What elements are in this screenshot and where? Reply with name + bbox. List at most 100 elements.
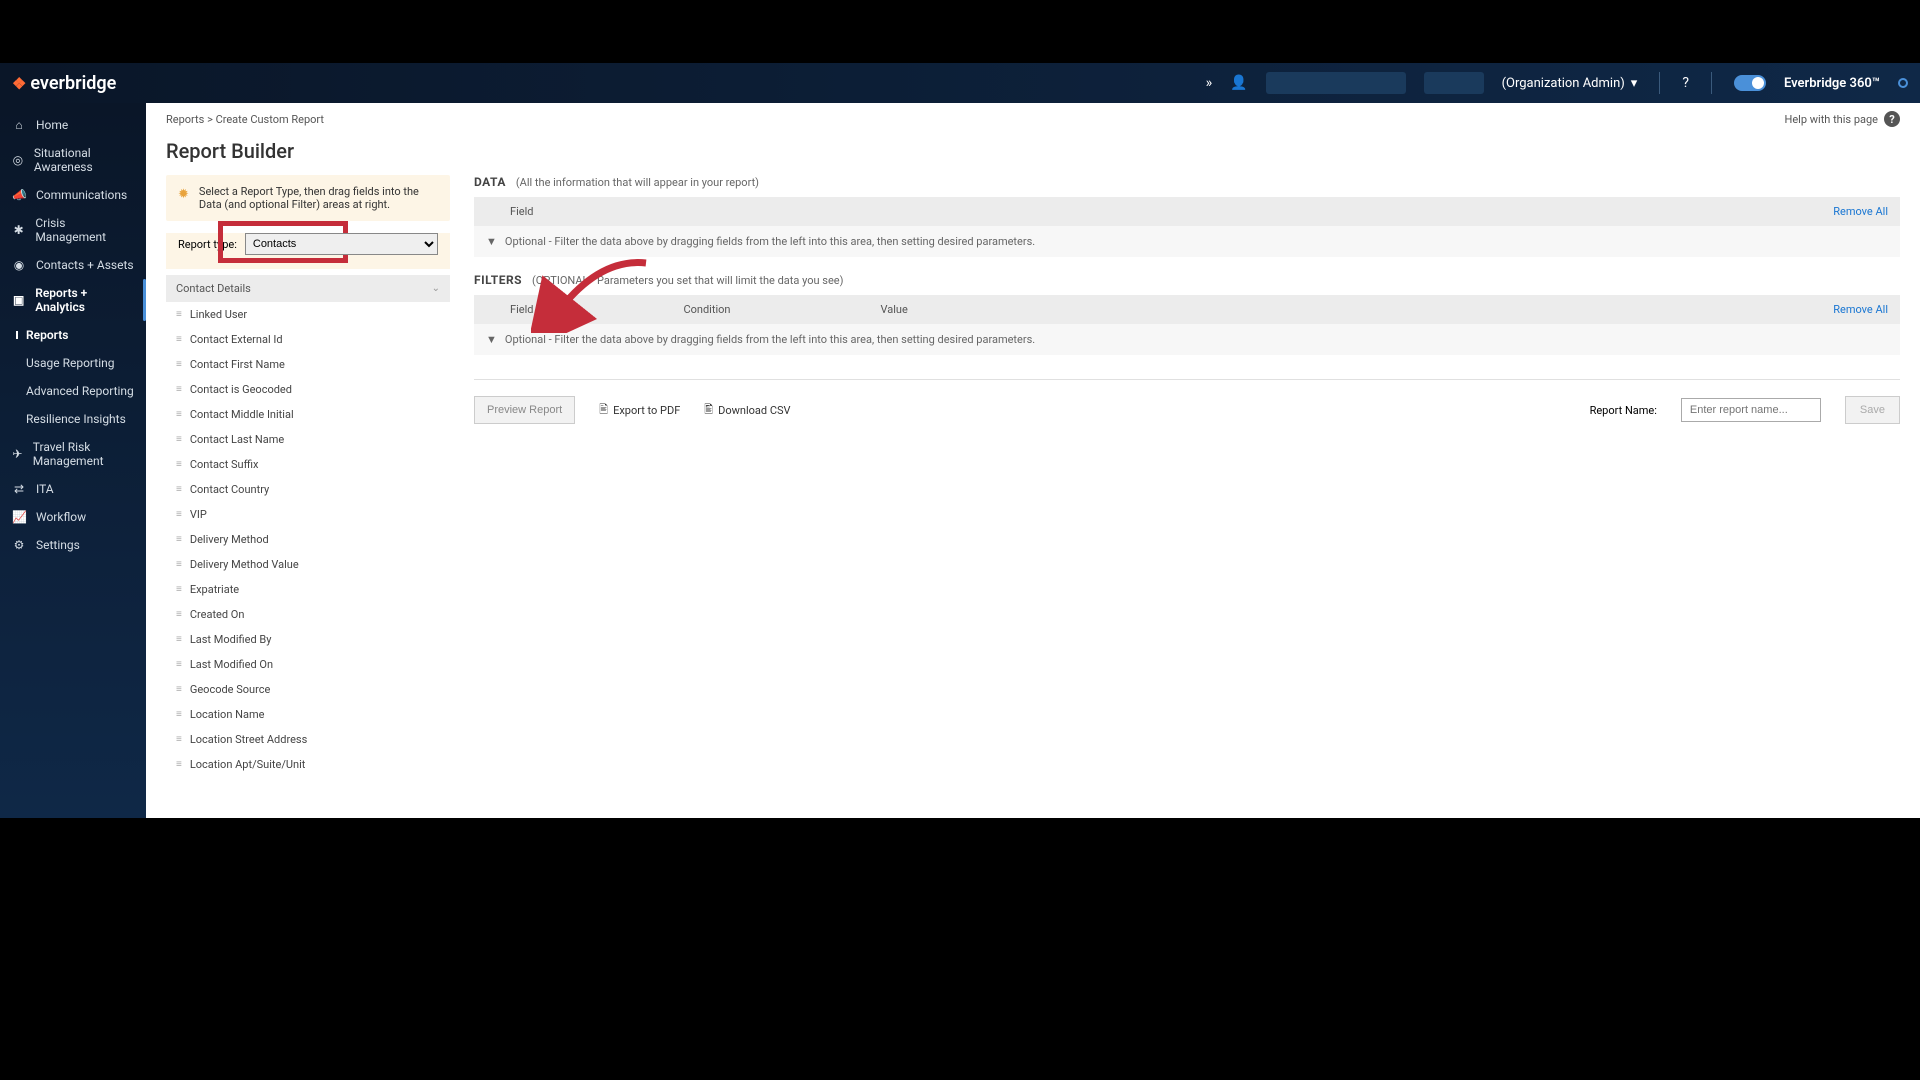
hint-text: Select a Report Type, then drag fields i… [199,185,438,211]
help-link[interactable]: Help with this page ? [1785,111,1901,127]
drag-icon: ≡ [176,384,180,395]
crisis-icon: ✱ [12,223,25,237]
export-pdf-link[interactable]: 🖹Export to PDF [599,401,680,420]
role-label: (Organization Admin) [1502,76,1625,91]
field-item[interactable]: ≡Linked User [166,302,450,327]
user-icon[interactable]: 👤 [1230,75,1247,91]
report-type-select[interactable]: Contacts [245,233,438,255]
sidebar-item-label: Contacts + Assets [36,258,134,272]
sidebar-item-label: Crisis Management [35,216,134,244]
page-title: Report Builder [146,135,1920,175]
sidebar: « ⌂Home ◎Situational Awareness 📣Communic… [0,103,146,818]
field-label: Contact Country [190,483,269,496]
report-name-input[interactable] [1681,398,1821,422]
data-drop-hint: Optional - Filter the data above by drag… [505,235,1035,248]
role-dropdown[interactable]: (Organization Admin) ▾ [1502,76,1638,91]
sidebar-item-situational[interactable]: ◎Situational Awareness [0,139,146,181]
field-item[interactable]: ≡ Contact External Id [166,327,450,352]
sidebar-sub-usage[interactable]: Usage Reporting [14,349,146,377]
report-type-label: Report type: [178,238,237,251]
field-item[interactable]: ≡Location Street Address [166,727,450,752]
sidebar-sub-resilience[interactable]: Resilience Insights [14,405,146,433]
drag-icon: ≡ [176,484,180,495]
data-drop-zone[interactable]: ▼ Optional - Filter the data above by dr… [474,226,1900,257]
field-item[interactable]: ≡Contact Last Name [166,427,450,452]
sidebar-sub-advanced[interactable]: Advanced Reporting [14,377,146,405]
logo-icon: ❖ [12,74,26,93]
field-item[interactable]: ≡Contact First Name [166,352,450,377]
field-item[interactable]: ≡Last Modified On [166,652,450,677]
field-list: ≡Linked User≡Contact External Id≡Contact… [166,302,450,818]
status-icon[interactable] [1898,78,1908,88]
workflow-icon: 📈 [12,510,26,524]
main-content: Reports > Create Custom Report Help with… [146,103,1920,818]
filters-drop-zone[interactable]: ▼ Optional - Filter the data above by dr… [474,324,1900,355]
sidebar-item-label: Settings [36,538,80,552]
field-label: Location Name [190,708,265,721]
info-icon: ✹ [178,187,189,211]
field-group-header[interactable]: Contact Details ⌄ [166,275,450,302]
sidebar-item-contacts[interactable]: ◉Contacts + Assets [0,251,146,279]
field-item[interactable]: ≡Delivery Method Value [166,552,450,577]
sidebar-item-travel[interactable]: ✈Travel Risk Management [0,433,146,475]
breadcrumb-root[interactable]: Reports [166,113,204,126]
filters-section-title: FILTERS [474,273,522,287]
drag-icon: ≡ [176,609,180,620]
drag-icon: ≡ [176,334,180,345]
field-item[interactable]: ≡Expatriate [166,577,450,602]
brand-logo[interactable]: ❖ everbridge [12,73,116,94]
drag-icon: ≡ [176,659,180,670]
gear-icon: ⚙ [12,538,26,552]
col-field: Field [510,205,533,218]
sidebar-sub-reports[interactable]: Reports [14,321,146,349]
field-item[interactable]: ≡Last Modified By [166,627,450,652]
sidebar-submenu: Reports Usage Reporting Advanced Reporti… [0,321,146,433]
sidebar-item-communications[interactable]: 📣Communications [0,181,146,209]
filters-remove-all[interactable]: Remove All [1833,303,1888,316]
field-group-label: Contact Details [176,282,251,295]
sidebar-item-label: ITA [36,482,54,496]
report-canvas: DATA (All the information that will appe… [474,175,1900,818]
field-item[interactable]: ≡Contact Suffix [166,452,450,477]
field-item[interactable]: ≡VIP [166,502,450,527]
sidebar-item-settings[interactable]: ⚙ Settings [0,531,146,559]
download-csv-link[interactable]: 🖺Download CSV [704,401,790,420]
field-label: Contact Last Name [190,433,284,446]
field-label: Expatriate [190,583,239,596]
eb360-toggle[interactable] [1734,75,1766,91]
fields-panel: ✹ Select a Report Type, then drag fields… [166,175,450,818]
filter-icon: ▼ [486,235,497,248]
help-icon[interactable]: ? [1682,75,1689,91]
field-label: Contact External Id [190,333,283,346]
field-item[interactable]: ≡Geocode Source [166,677,450,702]
col-value: Value [880,303,907,316]
field-item[interactable]: ≡Delivery Method [166,527,450,552]
filters-drop-hint: Optional - Filter the data above by drag… [505,333,1035,346]
data-grid-header: Field Remove All [474,197,1900,226]
field-item[interactable]: ≡Created On [166,602,450,627]
field-label: VIP [190,508,207,521]
field-item[interactable]: ≡ Contact Country [166,477,450,502]
sidebar-item-reports-analytics[interactable]: ▣Reports + Analytics [0,279,146,321]
preview-button[interactable]: Preview Report [474,396,575,424]
field-label: Location Apt/Suite/Unit [190,758,306,771]
app-window: ❖ everbridge » 👤 (Organization Admin) ▾ … [0,63,1920,818]
data-remove-all[interactable]: Remove All [1833,205,1888,218]
save-button[interactable]: Save [1845,396,1900,424]
field-label: Location Street Address [190,733,307,746]
divider [1659,72,1660,94]
sidebar-item-workflow[interactable]: 📈 Workflow [0,503,146,531]
sidebar-item-crisis[interactable]: ✱ Crisis Management [0,209,146,251]
field-item[interactable]: ≡Location Apt/Suite/Unit [166,752,450,777]
sidebar-item-label: Workflow [36,510,86,524]
sidebar-item-label: Communications [36,188,127,202]
sidebar-item-ita[interactable]: ⇄ITA [0,475,146,503]
sidebar-item-home[interactable]: ⌂Home [0,111,146,139]
field-item[interactable]: ≡Location Name [166,702,450,727]
drag-icon: ≡ [176,459,180,470]
field-label: Linked User [190,308,247,321]
field-item[interactable]: ≡Contact is Geocoded [166,377,450,402]
field-item[interactable]: ≡Contact Middle Initial [166,402,450,427]
expand-icon[interactable]: » [1206,75,1213,91]
letterbox-bottom [0,818,1920,1080]
